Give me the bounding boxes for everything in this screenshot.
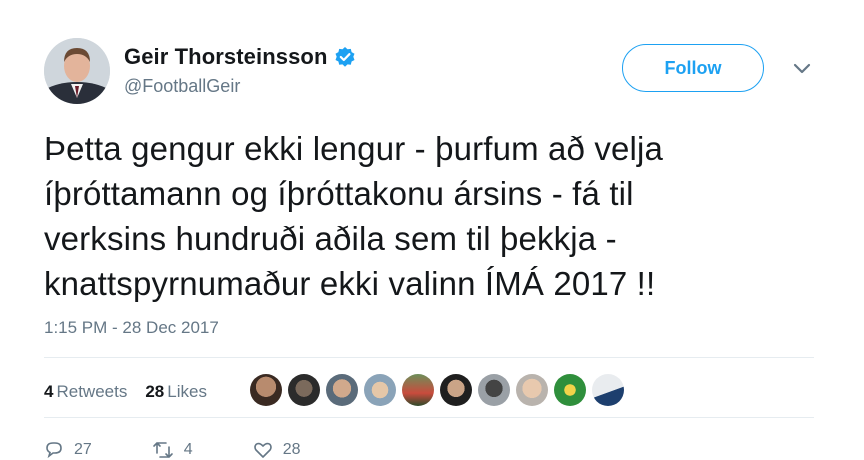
retweets-label: Retweets: [56, 382, 128, 401]
retweet-icon: [152, 442, 173, 458]
tweet-stats: 4 Retweets 28 Likes: [44, 372, 225, 412]
likes-stat[interactable]: 28 Likes: [145, 382, 207, 402]
chevron-down-icon[interactable]: [792, 62, 812, 76]
liker-avatar[interactable]: [516, 374, 548, 406]
tweet-text: Þetta gengur ekki lengur - þurfum að vel…: [44, 126, 824, 306]
tweet-line: íþróttamann og íþróttakonu ársins - fá t…: [44, 175, 634, 212]
reply-count: 27: [74, 441, 92, 458]
liker-avatar[interactable]: [554, 374, 586, 406]
tweet-line: verksins hundruði aðila sem til þekkja -: [44, 220, 617, 257]
verified-badge-icon: [334, 46, 356, 68]
liker-avatar[interactable]: [364, 374, 396, 406]
author-info: Geir Thorsteinsson @FootballGeir: [124, 44, 356, 97]
tweet-timestamp[interactable]: 1:15 PM - 28 Dec 2017: [44, 318, 219, 338]
liker-avatar[interactable]: [326, 374, 358, 406]
tweet-header: Geir Thorsteinsson @FootballGeir Follow: [44, 38, 864, 108]
liker-avatar[interactable]: [402, 374, 434, 406]
retweet-count: 4: [183, 441, 193, 458]
like-count: 28: [282, 441, 301, 458]
liker-avatar[interactable]: [288, 374, 320, 406]
retweets-stat[interactable]: 4 Retweets: [44, 382, 127, 402]
retweet-button[interactable]: 4: [152, 440, 193, 460]
likes-label: Likes: [167, 382, 207, 401]
like-button[interactable]: 28: [253, 440, 301, 460]
reply-icon: [46, 442, 62, 459]
divider: [44, 417, 814, 418]
heart-icon: [253, 442, 272, 458]
retweets-count: 4: [44, 382, 54, 401]
tweet-actions: 27 4 28: [44, 440, 361, 460]
liker-avatar[interactable]: [592, 374, 624, 406]
tweet-line: knattspyrnumaður ekki valinn ÍMÁ 2017 !!: [44, 265, 656, 302]
liker-avatar[interactable]: [250, 374, 282, 406]
author-avatar[interactable]: [44, 38, 110, 104]
tweet-line: Þetta gengur ekki lengur - þurfum að vel…: [44, 130, 663, 167]
liker-avatar[interactable]: [440, 374, 472, 406]
author-handle[interactable]: @FootballGeir: [124, 76, 356, 97]
follow-button[interactable]: Follow: [622, 44, 764, 92]
likes-count: 28: [145, 382, 165, 401]
likers-avatars: [250, 374, 630, 406]
divider: [44, 357, 814, 358]
author-name[interactable]: Geir Thorsteinsson: [124, 44, 328, 70]
liker-avatar[interactable]: [478, 374, 510, 406]
reply-button[interactable]: 27: [44, 440, 92, 460]
